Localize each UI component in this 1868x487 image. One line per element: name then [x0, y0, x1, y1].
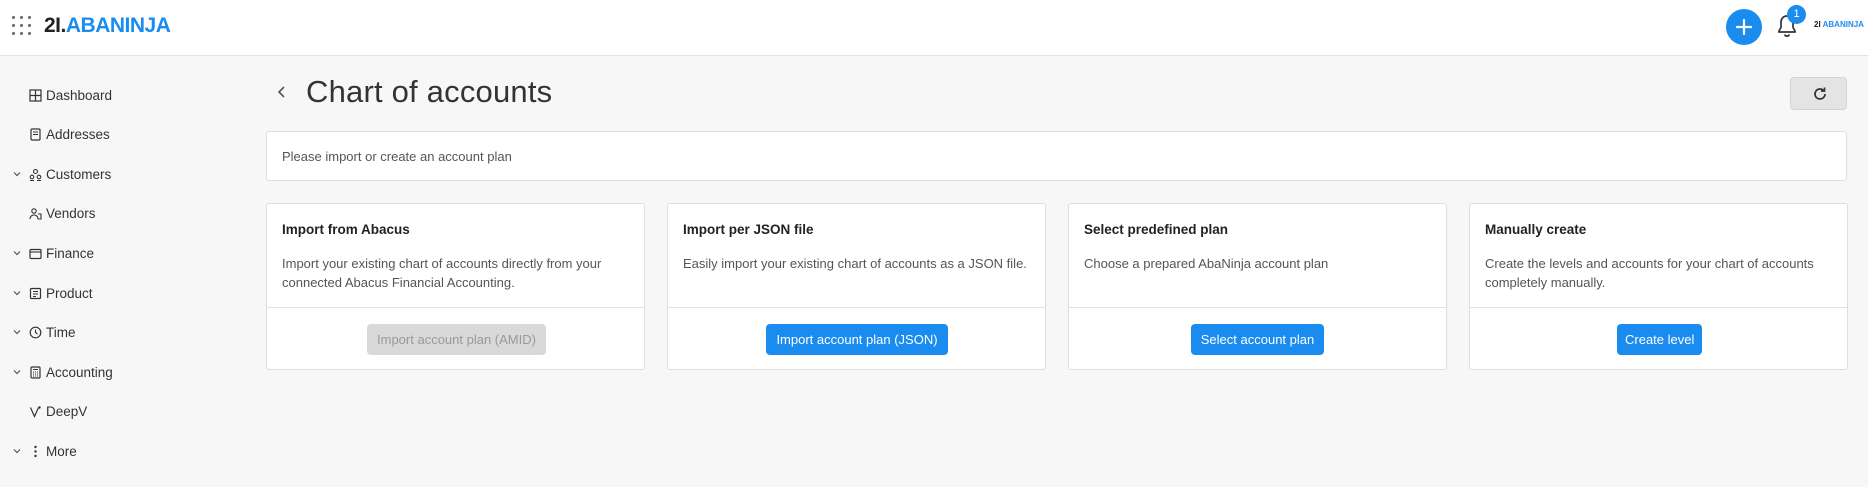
sidebar-item-time[interactable]: Time — [0, 318, 230, 348]
chevron-down-icon — [13, 330, 21, 335]
sidebar-item-finance[interactable]: Finance — [0, 239, 230, 269]
sidebar-item-more[interactable]: More — [0, 437, 230, 467]
divider — [267, 307, 644, 308]
sidebar-item-accounting[interactable]: Accounting — [0, 358, 230, 388]
card-manual-create: Manually create Create the levels and ac… — [1469, 203, 1848, 370]
sidebar-item-label: DeepV — [46, 404, 88, 419]
sidebar-item-label: Customers — [46, 167, 112, 182]
refresh-icon — [1814, 87, 1826, 100]
create-level-button[interactable]: Create level — [1617, 324, 1702, 355]
dashboard-icon — [29, 89, 42, 102]
sidebar-item-product[interactable]: Product — [0, 279, 230, 309]
app-logo[interactable]: 2I.ABANINJA — [44, 14, 171, 38]
sidebar-item-customers[interactable]: Customers — [0, 160, 230, 190]
vendors-icon — [29, 208, 42, 220]
back-chevron-icon[interactable] — [276, 84, 288, 100]
address-book-icon — [30, 128, 41, 141]
deepv-icon — [29, 406, 41, 418]
sidebar-item-label: Product — [46, 286, 93, 301]
card-description: Easily import your existing chart of acc… — [683, 256, 1027, 271]
chevron-down-icon — [13, 370, 21, 375]
sidebar-item-addresses[interactable]: Addresses — [0, 120, 230, 150]
notification-badge: 1 — [1787, 5, 1806, 24]
divider — [668, 307, 1045, 308]
page-title: Chart of accounts — [306, 74, 553, 109]
chevron-down-icon — [13, 172, 21, 177]
card-predefined-plan: Select predefined plan Choose a prepared… — [1068, 203, 1447, 370]
customers-icon — [29, 168, 42, 181]
more-vertical-icon — [34, 445, 37, 458]
info-message: Please import or create an account plan — [266, 131, 1847, 181]
grid-dots-icon[interactable] — [12, 16, 32, 36]
sidebar-item-label: Dashboard — [46, 88, 113, 103]
card-title: Import from Abacus — [282, 222, 410, 237]
sidebar-item-label: Vendors — [46, 206, 96, 221]
logo-number: 2I. — [44, 14, 66, 37]
account-logo[interactable]: 2I ABANINJA — [1814, 20, 1864, 29]
chevron-down-icon — [13, 291, 21, 296]
sidebar-item-vendors[interactable]: Vendors — [0, 199, 230, 229]
calculator-icon — [30, 366, 41, 379]
sidebar-item-label: Finance — [46, 246, 95, 261]
card-title: Import per JSON file — [683, 222, 814, 237]
card-description: Create the levels and accounts for your … — [1485, 256, 1814, 290]
card-title: Manually create — [1485, 222, 1587, 237]
mini-logo-number: 2I — [1814, 20, 1821, 29]
card-import-json: Import per JSON file Easily import your … — [667, 203, 1046, 370]
sidebar-item-label: More — [46, 444, 77, 459]
sidebar: Dashboard Addresses Customers Vendors Fi… — [0, 57, 240, 487]
import-amid-button[interactable]: Import account plan (AMID) — [367, 324, 546, 355]
card-description: Import your existing chart of accounts d… — [282, 256, 602, 290]
refresh-button[interactable] — [1790, 77, 1847, 110]
card-title: Select predefined plan — [1084, 222, 1229, 237]
plus-icon — [1735, 18, 1753, 36]
sidebar-item-deepv[interactable]: DeepV — [0, 397, 230, 427]
chevron-down-icon — [13, 251, 21, 256]
mini-logo-name: ABANINJA — [1822, 20, 1864, 29]
wallet-icon — [29, 248, 42, 260]
logo-name: ABANINJA — [65, 14, 171, 37]
sidebar-item-dashboard[interactable]: Dashboard — [0, 81, 230, 111]
card-import-abacus: Import from Abacus Import your existing … — [266, 203, 645, 370]
top-bar: 2I.ABANINJA 1 2I ABANINJA — [0, 0, 1868, 56]
select-plan-button[interactable]: Select account plan — [1191, 324, 1324, 355]
divider — [1069, 307, 1446, 308]
clock-icon — [29, 326, 42, 339]
divider — [1470, 307, 1847, 308]
info-text: Please import or create an account plan — [282, 149, 512, 164]
chevron-down-icon — [13, 449, 21, 454]
product-icon — [29, 287, 42, 300]
sidebar-item-label: Accounting — [46, 365, 113, 380]
add-button[interactable] — [1726, 9, 1762, 45]
import-json-button[interactable]: Import account plan (JSON) — [766, 324, 948, 355]
sidebar-item-label: Addresses — [46, 127, 110, 142]
card-description: Choose a prepared AbaNinja account plan — [1084, 256, 1329, 271]
sidebar-item-label: Time — [46, 325, 76, 340]
